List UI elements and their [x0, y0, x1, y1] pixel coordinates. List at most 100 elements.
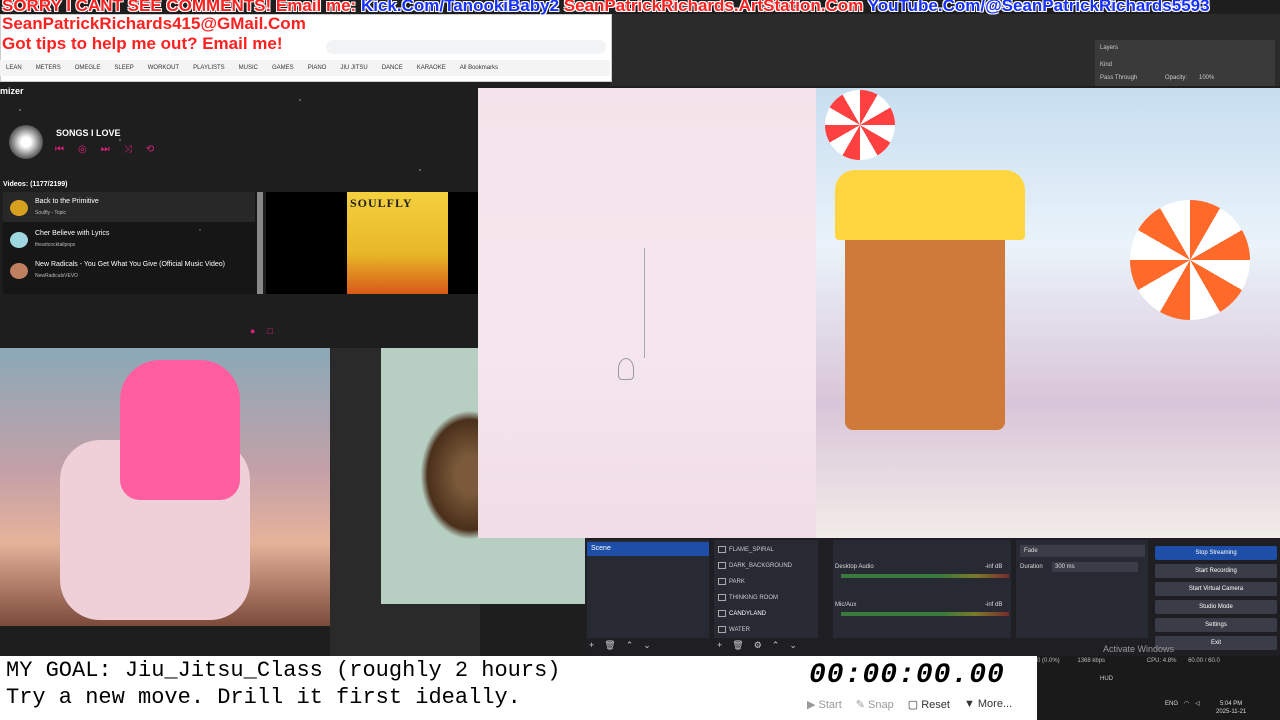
mic-db: -inf dB [985, 602, 1003, 608]
add-icon[interactable]: + [717, 640, 722, 651]
bookmark-item[interactable]: OMEGLE [75, 65, 101, 71]
start-button[interactable]: ▶ Start [807, 698, 842, 711]
bookmark-item[interactable]: LEAN [6, 65, 22, 71]
settings-button[interactable]: Settings [1155, 618, 1277, 632]
address-bar[interactable] [326, 40, 606, 54]
scenes-toolbar: + 🗑 ⌃ ⌄ [589, 640, 651, 651]
source-label: PARK [729, 579, 745, 586]
trash-icon[interactable]: 🗑 [732, 640, 743, 651]
video-list: Back to the Primitive Soulfly - Topic Ch… [3, 192, 261, 294]
youtube-link: YouTube.Com/@SeanPatrickRichards5593 [867, 0, 1210, 15]
video-channel: NewRadicalsVEVO [35, 273, 79, 279]
lang-indicator[interactable]: ENG [1165, 701, 1178, 707]
list-scrollbar[interactable] [257, 192, 263, 294]
goal-line-2: Try a new move. Drill it first ideally. [6, 685, 521, 710]
opacity-value[interactable]: 100% [1199, 75, 1214, 81]
source-label: WATER [729, 627, 750, 634]
bookmark-item[interactable]: GAMES [272, 65, 294, 71]
pink-video-feed [478, 88, 816, 538]
sources-panel: FLAME_SPIRAL DARK_BACKGROUND PARK THINKI… [714, 540, 818, 638]
source-item[interactable]: WATER [718, 626, 750, 633]
bookmark-item[interactable]: MUSIC [239, 65, 258, 71]
bookmark-item[interactable]: DANCE [382, 65, 403, 71]
lollipop [1130, 200, 1250, 320]
timer-display: 00:00:00.00 [809, 660, 1005, 691]
house-roof [835, 170, 1025, 240]
monitor-icon [718, 578, 726, 585]
dot-active-icon[interactable]: ● [250, 326, 255, 336]
obs-status-bar: 0 (0.0%) 1368 kbps CPU: 4.8% 60.00 / 60.… [1037, 658, 1280, 670]
kind-filter[interactable]: Kind [1100, 62, 1112, 68]
start-label: Start [818, 699, 842, 711]
shuffle-icon[interactable]: ⤨ [124, 144, 132, 155]
system-tray: ENG ◠ ◁ [1165, 700, 1200, 708]
scene-item[interactable]: Scene [587, 542, 709, 556]
bookmark-item[interactable]: SLEEP [114, 65, 133, 71]
video-title: Cher Believe with Lyrics [35, 230, 110, 237]
source-item[interactable]: DARK_BACKGROUND [718, 562, 792, 569]
next-icon[interactable]: ⏭ [101, 144, 110, 155]
reset-label: Reset [921, 699, 950, 711]
video-thumbnail [10, 232, 28, 248]
bookmark-item[interactable]: All Bookmarks [460, 65, 498, 71]
layers-panel: Layers Kind Pass Through Opacity: 100% [1095, 40, 1275, 86]
bookmark-item[interactable]: WORKOUT [148, 65, 179, 71]
list-item[interactable]: Cher Believe with Lyrics theartcocktailp… [3, 224, 255, 254]
monitor-icon [718, 610, 726, 617]
more-button[interactable]: ▼ More... [964, 698, 1012, 711]
layer-name: HUD [1100, 676, 1113, 682]
activate-windows-watermark: Activate Windows [1103, 644, 1175, 654]
playlist-name: SONGS I LOVE [56, 128, 121, 138]
desktop-audio-meter [841, 574, 1009, 578]
stop-streaming-button[interactable]: Stop Streaming [1155, 546, 1277, 560]
pink-wig [120, 360, 240, 500]
more-label: More... [977, 698, 1013, 710]
source-item[interactable]: CANDYLAND [718, 610, 766, 617]
bookmark-item[interactable]: METERS [36, 65, 61, 71]
list-item[interactable]: New Radicals - You Get What You Give (Of… [3, 255, 255, 285]
source-label: CANDYLAND [729, 611, 767, 618]
cpu-usage: CPU: 4.8% [1146, 658, 1177, 664]
start-recording-button[interactable]: Start Recording [1155, 564, 1277, 578]
snap-button[interactable]: ✎ Snap [856, 698, 894, 711]
source-item[interactable]: FLAME_SPIRAL [718, 546, 774, 553]
up-icon[interactable]: ⌃ [626, 640, 634, 651]
reset-button[interactable]: ▢ Reset [908, 698, 950, 711]
source-item[interactable]: PARK [718, 578, 745, 585]
pause-icon[interactable]: ◎ [78, 144, 87, 155]
transition-select[interactable]: Fade [1020, 545, 1145, 557]
duration-label: Duration [1020, 564, 1043, 570]
source-item[interactable]: THINKING ROOM [718, 594, 778, 601]
banner-prefix: SORRY I CANT SEE COMMENTS! Email me: [2, 0, 357, 15]
up-icon[interactable]: ⌃ [772, 640, 780, 651]
list-item[interactable]: Back to the Primitive Soulfly - Topic [3, 192, 255, 222]
down-icon[interactable]: ⌄ [643, 640, 651, 651]
bookmark-item[interactable]: PLAYLISTS [193, 65, 225, 71]
down-icon[interactable]: ⌄ [789, 640, 797, 651]
bookmark-item[interactable]: JIU JITSU [340, 65, 367, 71]
audio-mixer: Desktop Audio -inf dB Mic/Aux -inf dB [833, 540, 1011, 638]
repeat-icon[interactable]: ⟲ [146, 144, 154, 155]
gear-icon[interactable]: ⚙ [754, 640, 762, 651]
wifi-icon[interactable]: ◠ [1184, 700, 1189, 707]
prev-icon[interactable]: ⏮ [55, 144, 64, 155]
bookmark-item[interactable]: KARAOKE [417, 65, 446, 71]
goal-line-1: MY GOAL: Jiu_Jitsu_Class (roughly 2 hour… [6, 658, 561, 683]
layers-label: Layers [1100, 45, 1119, 51]
clock[interactable]: 5:04 PM 2025-11-21 [1216, 700, 1246, 716]
source-label: THINKING ROOM [729, 595, 778, 602]
volume-icon[interactable]: ◁ [1195, 700, 1200, 707]
add-icon[interactable]: + [589, 640, 594, 651]
dot-icon[interactable]: □ [267, 326, 272, 336]
duration-input[interactable]: 300 ms [1052, 562, 1138, 572]
bookmark-item[interactable]: PIANO [308, 65, 327, 71]
desktop-audio-label: Desktop Audio [835, 564, 874, 570]
start-virtual-camera-button[interactable]: Start Virtual Camera [1155, 582, 1277, 596]
clock-date: 2025-11-21 [1216, 709, 1247, 715]
video-channel: Soulfly - Topic [35, 210, 67, 216]
snap-label: Snap [868, 699, 894, 711]
blend-mode-select[interactable]: Pass Through [1100, 75, 1137, 81]
album-logo: SOULFLY [350, 196, 413, 210]
studio-mode-button[interactable]: Studio Mode [1155, 600, 1277, 614]
trash-icon[interactable]: 🗑 [604, 640, 615, 651]
